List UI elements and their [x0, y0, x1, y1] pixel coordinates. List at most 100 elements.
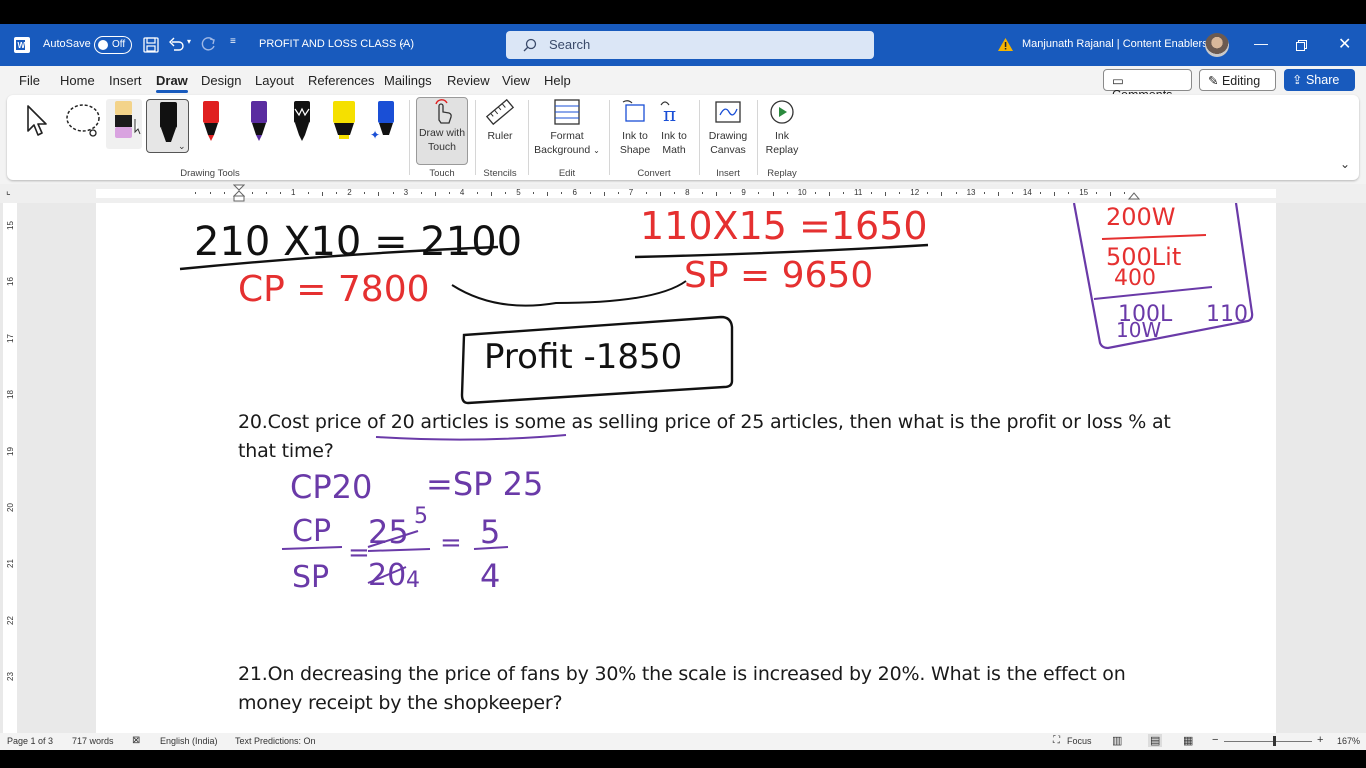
proofing-icon[interactable]: ⊠ [132, 735, 140, 746]
undo-dropdown-icon[interactable]: ▾ [187, 37, 191, 46]
vertical-ruler-number: 16 [5, 277, 15, 287]
focus-icon[interactable]: ⛶ [1053, 735, 1060, 746]
ink-text-sp: SP = 9650 [684, 255, 873, 296]
warning-icon[interactable] [997, 37, 1014, 52]
ruler-tick [420, 192, 422, 194]
minimize-icon[interactable]: — [1254, 35, 1268, 51]
undo-icon[interactable] [168, 36, 184, 52]
close-icon[interactable]: ✕ [1338, 34, 1351, 54]
ruler-tick [983, 192, 985, 194]
autosave-toggle[interactable]: Off [94, 36, 132, 54]
pen-black-galaxy-icon[interactable] [288, 99, 316, 143]
customize-toolbar-icon[interactable]: ≡ [230, 36, 236, 47]
tab-layout[interactable]: Layout [255, 73, 294, 88]
ink-text-profit: Profit -1850 [484, 337, 682, 377]
right-indent-marker-icon[interactable] [1128, 190, 1140, 200]
toggle-knob [98, 40, 108, 50]
search-input[interactable]: Search [506, 31, 874, 59]
drawing-canvas-button[interactable]: Drawing Canvas [705, 97, 751, 157]
comments-button[interactable]: ▭ Comments [1103, 69, 1192, 102]
indent-marker-icon[interactable] [233, 184, 245, 203]
tab-design[interactable]: Design [201, 73, 241, 88]
tab-mailings[interactable]: Mailings [384, 73, 432, 88]
ink-to-math-button[interactable]: π Ink to Math [655, 97, 693, 157]
ruler-tick [1124, 192, 1126, 194]
ruler-tick [589, 192, 591, 194]
web-layout-icon[interactable]: ▦ [1183, 734, 1193, 747]
draw-with-touch-button[interactable]: Draw with Touch [416, 97, 468, 165]
search-placeholder: Search [549, 37, 591, 52]
tab-view[interactable]: View [502, 73, 530, 88]
svg-text:⌄: ⌄ [178, 141, 186, 151]
pen-icon: ⌄ [160, 102, 186, 151]
redo-icon[interactable] [201, 36, 217, 52]
ink-line [1101, 234, 1207, 240]
save-icon[interactable] [143, 37, 159, 53]
tab-insert[interactable]: Insert [109, 73, 142, 88]
ink-replay-button[interactable]: Ink Replay [763, 97, 801, 157]
document-title[interactable]: PROFIT AND LOSS CLASS (A) [259, 38, 414, 50]
pencil-icon: ✎ [1208, 74, 1219, 88]
eraser-tool[interactable] [106, 99, 142, 149]
word-count[interactable]: 717 words [72, 736, 114, 746]
tab-file[interactable]: File [19, 73, 40, 88]
select-arrow-icon[interactable] [24, 103, 52, 139]
page-count[interactable]: Page 1 of 3 [7, 736, 53, 746]
ruler-tick [547, 192, 549, 196]
zoom-slider[interactable] [1224, 741, 1312, 742]
avatar[interactable] [1205, 33, 1229, 57]
pen-black-selected[interactable]: ⌄ [146, 99, 189, 153]
lasso-select-icon[interactable] [63, 101, 103, 141]
ribbon: ⌄ ✦ Drawing Tools Draw with Touch Touch … [7, 95, 1359, 180]
tab-references[interactable]: References [308, 73, 374, 88]
focus-label[interactable]: Focus [1067, 736, 1092, 746]
ruler-number: 8 [685, 188, 690, 197]
ruler-number: 12 [910, 188, 920, 197]
pen-purple-icon[interactable] [245, 99, 273, 143]
read-mode-icon[interactable]: ▥ [1112, 734, 1122, 747]
ruler-button[interactable]: Ruler [480, 97, 520, 143]
touch-hand-icon [435, 99, 452, 124]
tab-draw[interactable]: Draw [156, 73, 188, 93]
ribbon-divider [409, 100, 410, 175]
editing-mode-button[interactable]: ✎ Editing ⌄ [1199, 69, 1276, 101]
draw-with-touch-label-1: Draw with [418, 127, 466, 139]
ruler-number: 1 [291, 188, 296, 197]
zoom-slider-thumb[interactable] [1273, 736, 1276, 746]
pen-red-icon[interactable] [197, 99, 225, 143]
ruler-tick [1054, 192, 1056, 196]
text-predictions-status[interactable]: Text Predictions: On [235, 736, 316, 746]
question-20-text[interactable]: 20.Cost price of 20 articles is some as … [238, 408, 1238, 466]
question-21-text[interactable]: 21.On decreasing the price of fans by 30… [238, 660, 1238, 718]
ruler-tick [533, 192, 535, 194]
highlighter-yellow-icon[interactable] [329, 99, 359, 143]
tab-home[interactable]: Home [60, 73, 95, 88]
ink-to-shape-button[interactable]: Ink to Shape [616, 97, 654, 157]
ruler-tick [730, 192, 732, 194]
title-chevron-down-icon[interactable]: ⌄ [398, 37, 406, 48]
zoom-out-icon[interactable]: − [1212, 734, 1218, 746]
tab-review[interactable]: Review [447, 73, 490, 88]
restore-icon[interactable] [1296, 40, 1307, 51]
format-background-button[interactable]: Format Background ⌄ [532, 97, 602, 158]
ruler-tick [941, 192, 943, 196]
language-indicator[interactable]: English (India) [160, 736, 218, 746]
user-name[interactable]: Manjunath Rajanal | Content Enablers [1022, 38, 1208, 50]
document-page[interactable]: 210 X10 = 2100 CP = 7800 110X15 =1650 SP… [96, 203, 1276, 733]
print-layout-icon[interactable]: ▤ [1148, 734, 1163, 747]
ink-to-math-icon: π [660, 101, 676, 126]
share-button[interactable]: ⇪ Share ⌄ [1284, 69, 1355, 100]
ruler-tick [491, 192, 493, 196]
collapse-ribbon-chevron-icon[interactable]: ⌄ [1340, 157, 1350, 171]
drawing-canvas-label-1: Drawing [708, 130, 748, 142]
autosave-state: Off [112, 39, 126, 50]
pen-blue-sparkle-icon[interactable]: ✦ [370, 99, 400, 143]
ruler-tick [476, 192, 478, 194]
zoom-in-icon[interactable]: + [1317, 734, 1323, 746]
tab-stop-selector-icon[interactable]: ⌞ [6, 186, 11, 197]
ink-drawing-layer[interactable]: 210 X10 = 2100 CP = 7800 110X15 =1650 SP… [96, 203, 1276, 733]
tab-help[interactable]: Help [544, 73, 571, 88]
ruler-tick [927, 192, 929, 194]
zoom-level[interactable]: 167% [1337, 736, 1360, 746]
ruler-tick [209, 192, 211, 194]
